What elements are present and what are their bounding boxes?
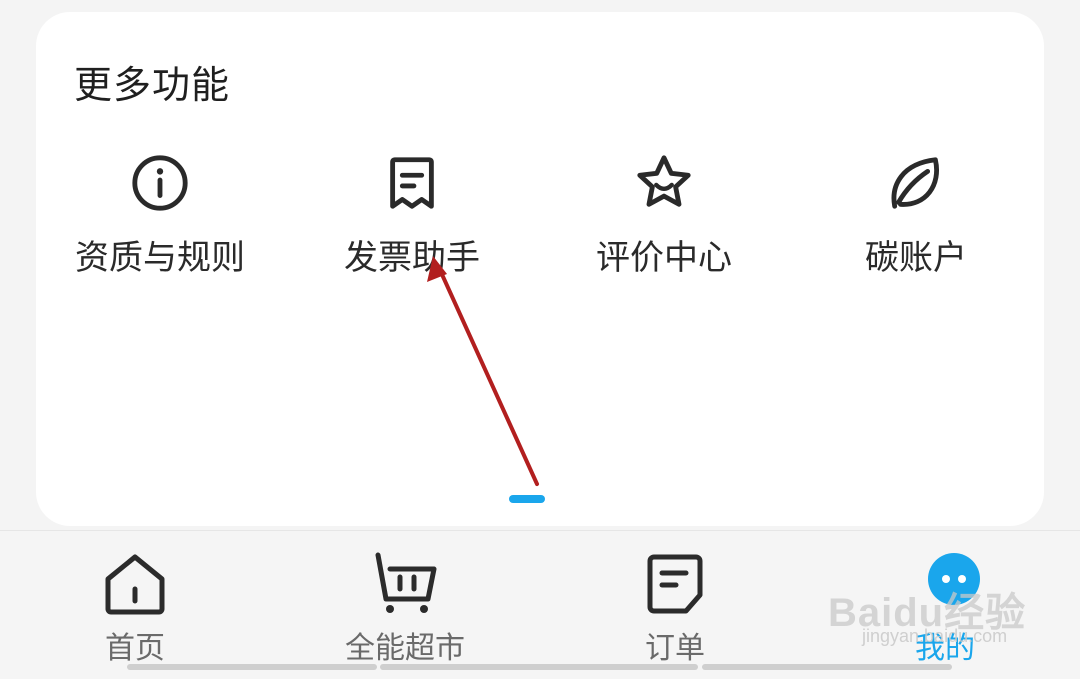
review-center-item[interactable]: 评价中心 [544, 152, 784, 282]
order-icon [647, 554, 703, 614]
profile-icon [928, 553, 980, 605]
home-icon [105, 554, 165, 615]
nav-label: 首页 [105, 631, 165, 666]
bottom-navigation: 首页 全能超市 订单 我的 [0, 530, 1080, 679]
receipt-icon [390, 157, 434, 209]
item-label: 发票助手 [344, 238, 480, 278]
star-smile-icon [637, 155, 691, 207]
nav-mine[interactable]: 我的 [835, 531, 1055, 671]
page-indicator [509, 495, 545, 503]
nav-label: 订单 [645, 631, 705, 666]
nav-label: 我的 [915, 631, 975, 666]
leaf-icon [891, 157, 939, 209]
nav-home[interactable]: 首页 [25, 531, 245, 671]
item-label: 评价中心 [596, 238, 732, 278]
home-indicator-segment [702, 664, 952, 670]
qualification-rules-item[interactable]: 资质与规则 [40, 152, 280, 282]
more-functions-card: 更多功能 资质与规则 发票助手 评价中心 碳账户 [36, 12, 1044, 526]
shopping-bag-icon [375, 552, 437, 613]
card-title: 更多功能 [74, 63, 231, 107]
invoice-assistant-item[interactable]: 发票助手 [292, 152, 532, 282]
nav-supermarket[interactable]: 全能超市 [295, 531, 515, 671]
item-label: 碳账户 [865, 238, 967, 278]
info-icon [132, 155, 188, 211]
home-indicator-segment [380, 664, 698, 670]
nav-orders[interactable]: 订单 [565, 531, 785, 671]
home-indicator-segment [127, 664, 377, 670]
carbon-account-item[interactable]: 碳账户 [796, 152, 1036, 282]
nav-label: 全能超市 [345, 631, 465, 666]
item-label: 资质与规则 [75, 238, 245, 278]
